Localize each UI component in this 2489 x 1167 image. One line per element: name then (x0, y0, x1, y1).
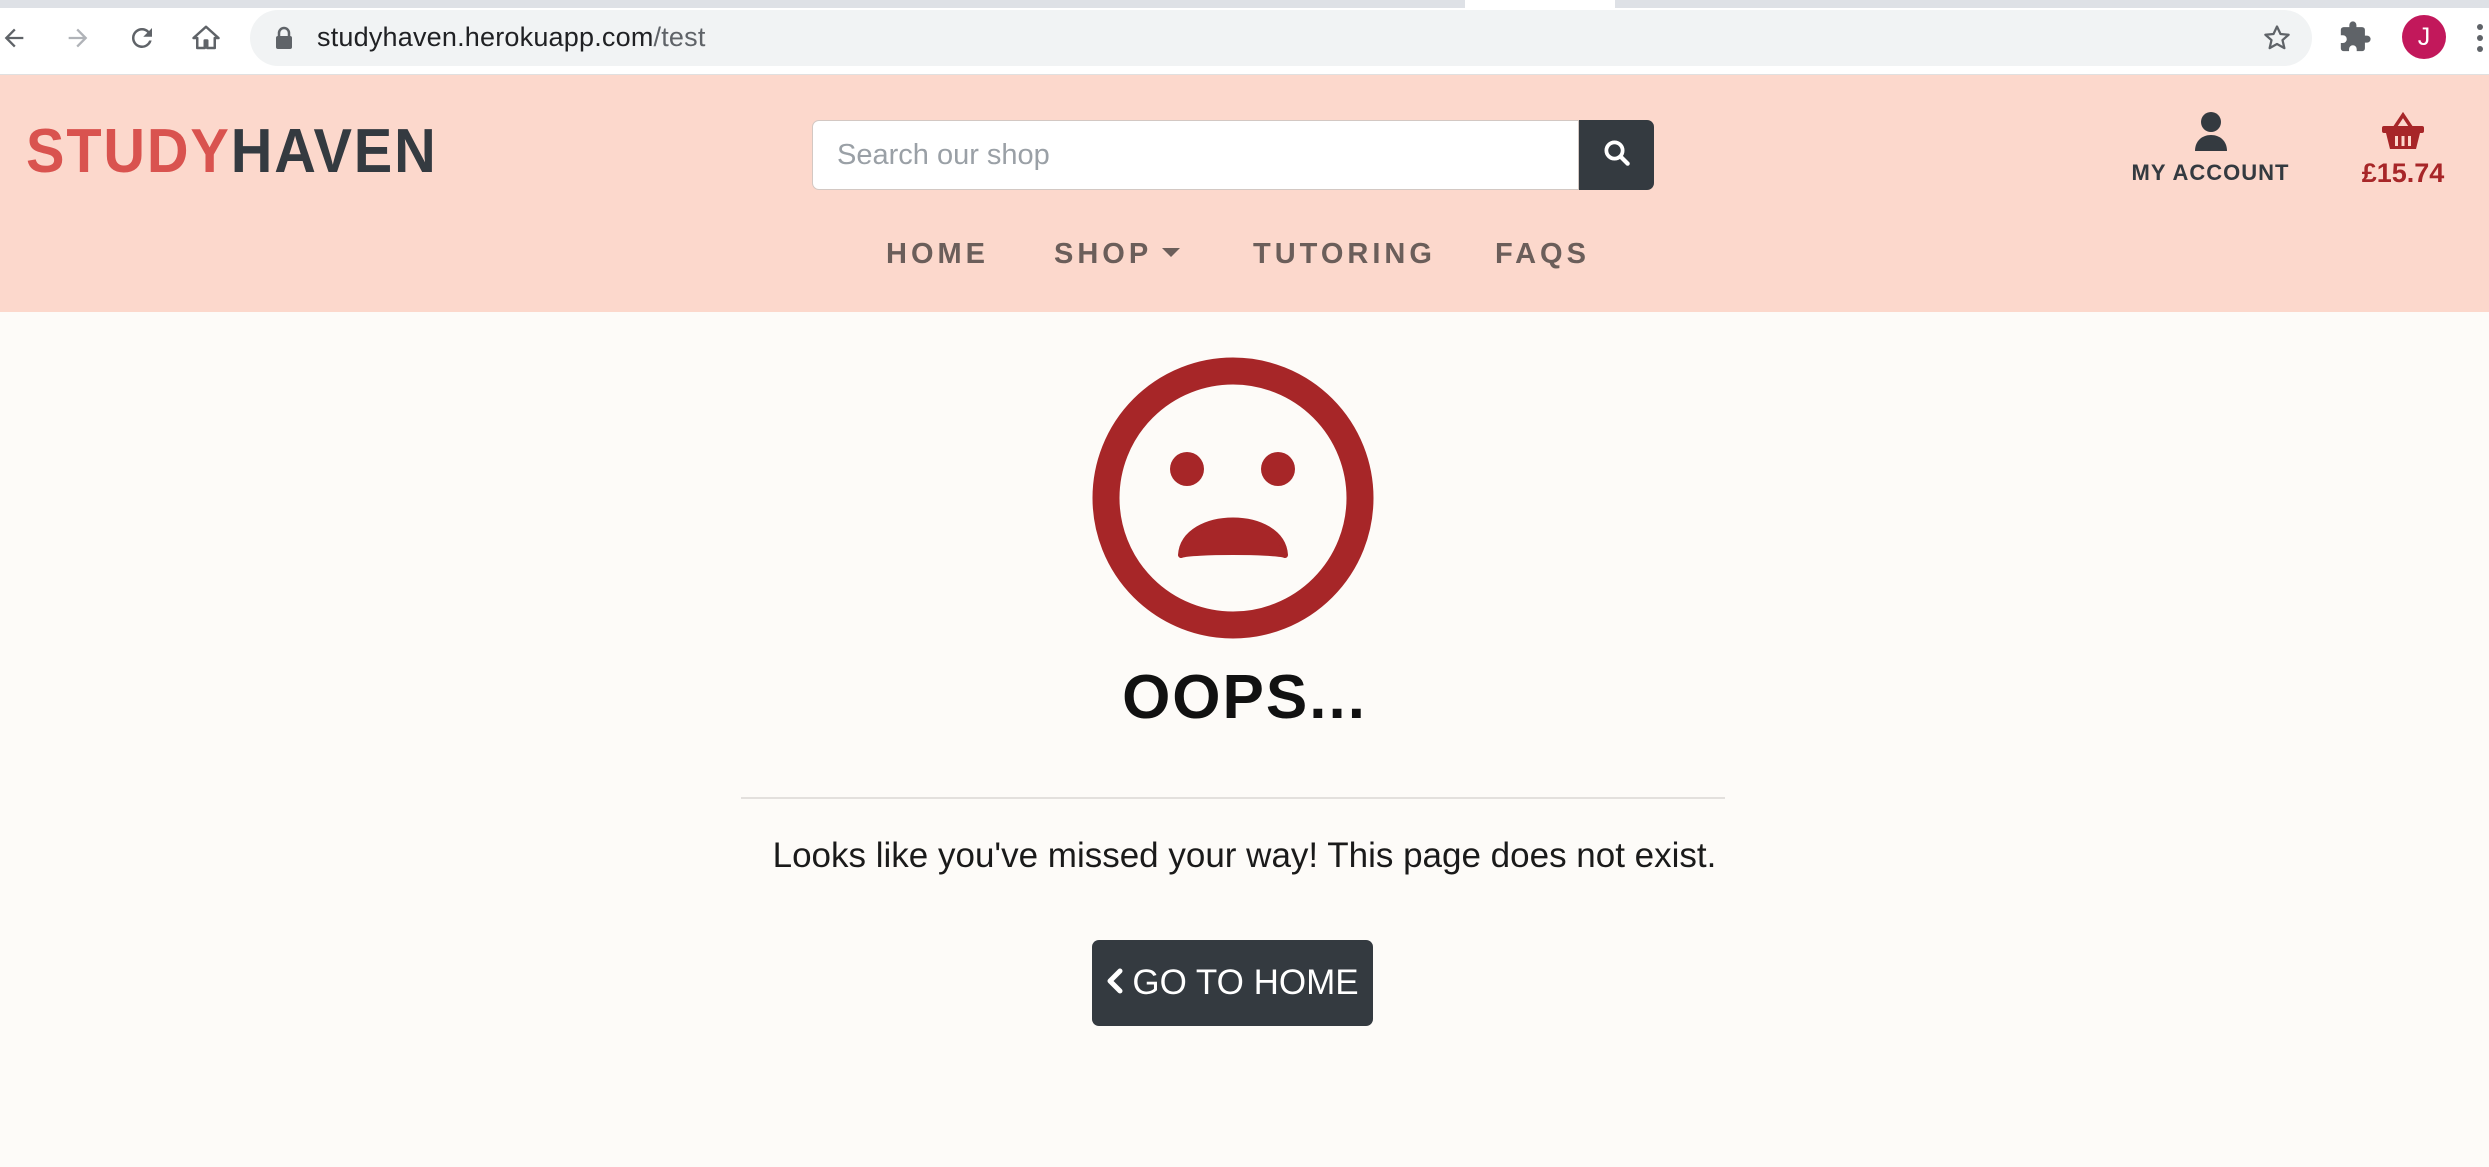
nav-item-tutoring[interactable]: TUTORING (1253, 238, 1436, 271)
main-nav: HOME SHOP TUTORING FAQS (0, 238, 2489, 288)
profile-initial: J (2417, 22, 2431, 51)
home-icon[interactable] (186, 18, 226, 58)
address-bar[interactable]: studyhaven.herokuapp.com/test (250, 10, 2312, 66)
back-arrow-icon[interactable] (0, 18, 34, 58)
error-heading: OOPS... (1122, 663, 1367, 732)
user-icon (2193, 112, 2229, 155)
sad-face-icon (1092, 357, 1374, 644)
url-host: studyhaven.herokuapp.com (317, 22, 654, 52)
forward-arrow-icon[interactable] (58, 18, 98, 58)
site-logo[interactable]: STUDYHAVEN (26, 121, 438, 183)
search-button[interactable] (1579, 120, 1654, 190)
extensions-puzzle-icon[interactable] (2338, 20, 2372, 59)
profile-avatar[interactable]: J (2402, 15, 2446, 59)
reload-icon[interactable] (122, 18, 162, 58)
url-path: /test (653, 22, 706, 52)
active-tab-indicator[interactable] (1465, 0, 1615, 8)
search-input[interactable] (812, 120, 1579, 190)
lock-icon[interactable] (274, 26, 294, 55)
divider (741, 797, 1725, 799)
go-to-home-label: GO TO HOME (1132, 963, 1359, 1002)
basket-link[interactable]: £15.74 (2348, 111, 2458, 189)
chevron-left-icon (1106, 963, 1124, 1003)
my-account-label: MY ACCOUNT (2131, 160, 2290, 185)
nav-item-home[interactable]: HOME (886, 238, 989, 271)
menu-kebab-icon[interactable] (2474, 22, 2486, 59)
url-text[interactable]: studyhaven.herokuapp.com/test (317, 22, 706, 53)
nav-item-shop[interactable]: SHOP (1054, 238, 1181, 271)
nav-item-shop-label: SHOP (1054, 238, 1153, 270)
tab-strip (0, 0, 2489, 8)
bookmark-star-icon[interactable] (2262, 23, 2292, 58)
my-account-link[interactable]: MY ACCOUNT (2128, 111, 2293, 186)
site-header: STUDYHAVEN MY ACCOUNT £15.74 HOME SHOP T… (0, 75, 2489, 312)
logo-haven: HAVEN (230, 117, 438, 186)
shopping-basket-icon (2381, 111, 2425, 155)
search-form (812, 120, 1654, 190)
search-icon (1602, 138, 1632, 173)
error-message: Looks like you've missed your way! This … (772, 836, 1717, 875)
nav-item-faqs[interactable]: FAQS (1495, 238, 1590, 271)
go-to-home-button[interactable]: GO TO HOME (1092, 940, 1373, 1026)
logo-study: STUDY (26, 117, 231, 186)
basket-total: £15.74 (2361, 158, 2445, 188)
chevron-down-icon (1162, 247, 1181, 257)
browser-toolbar: studyhaven.herokuapp.com/test J (0, 0, 2489, 75)
